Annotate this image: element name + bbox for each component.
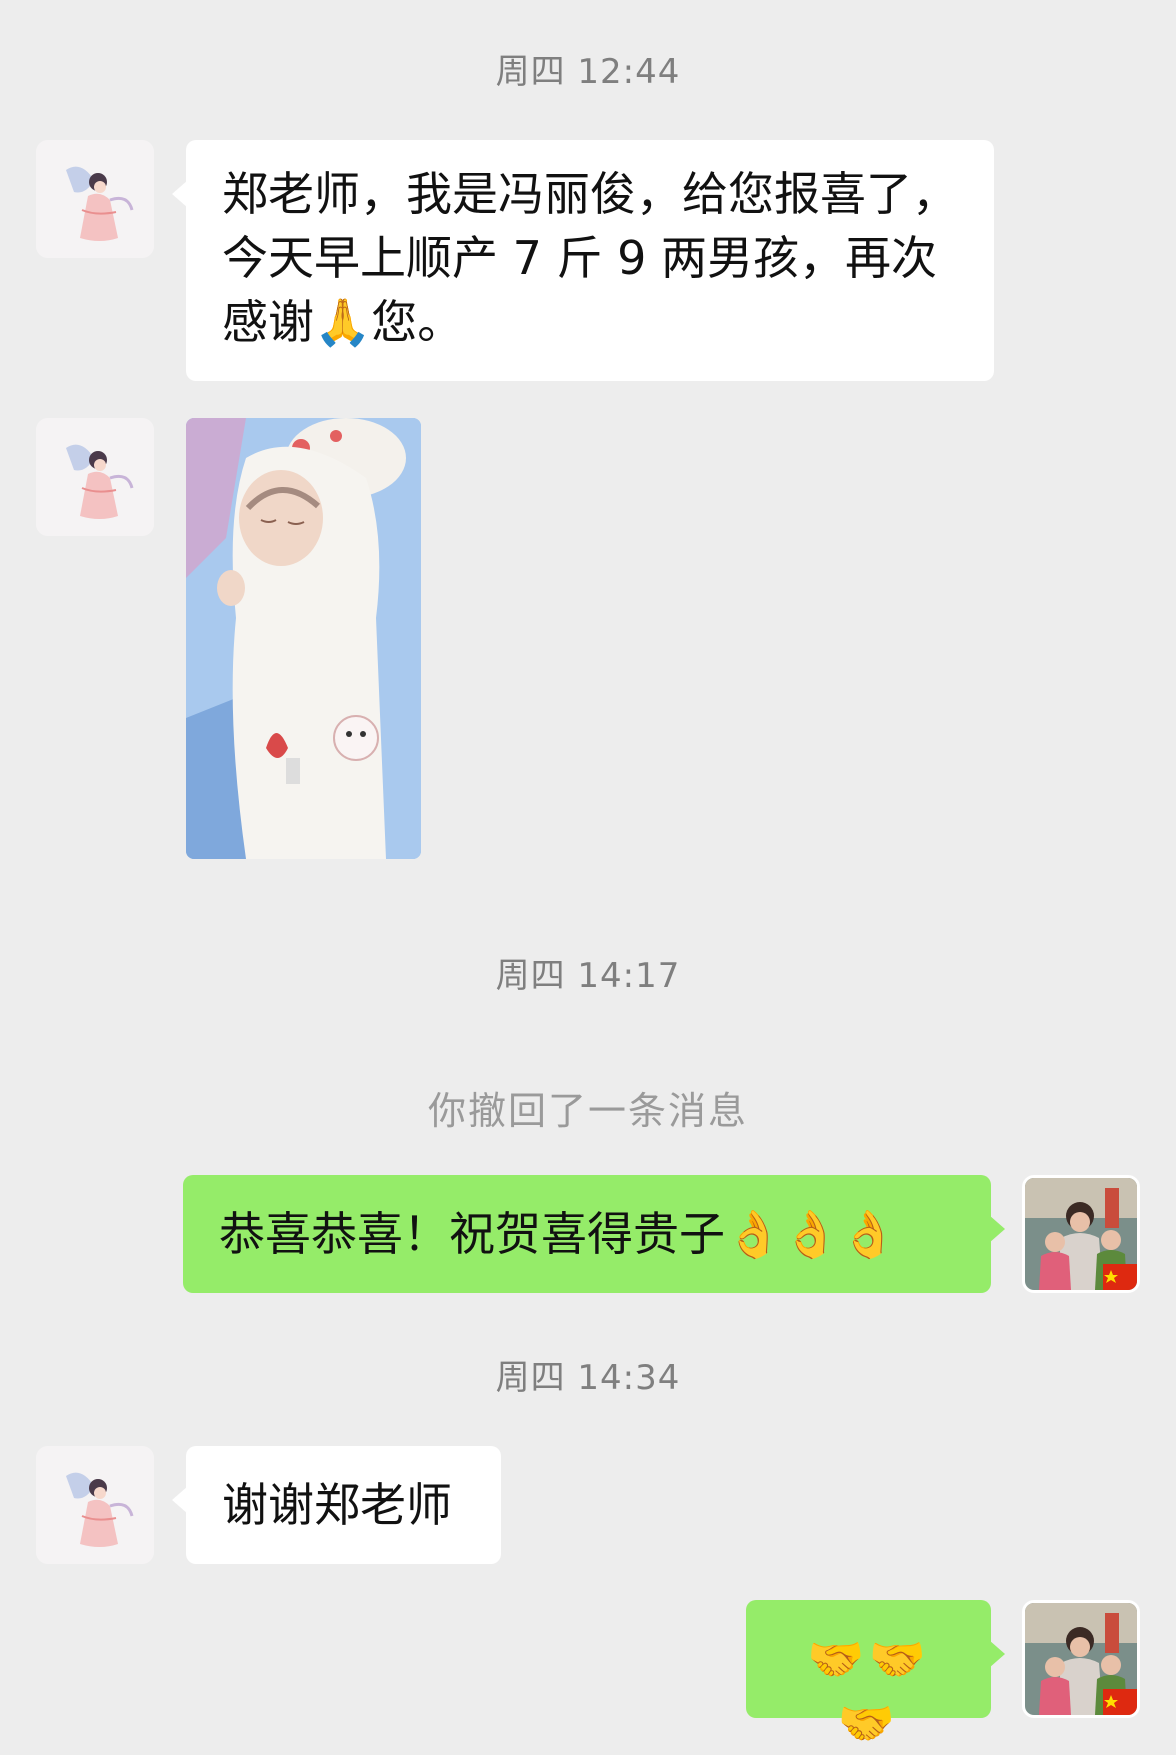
- timestamp: 周四 14:34: [495, 1358, 681, 1398]
- message-emoji: 🤝🤝🤝: [807, 1632, 930, 1750]
- message-line: 今天早上顺产 7 斤 9 两男孩，再次: [222, 231, 938, 285]
- avatar-self[interactable]: [1022, 1175, 1140, 1293]
- message-text: 恭喜恭喜！祝贺喜得贵子👌👌👌: [219, 1207, 897, 1261]
- message-line: 郑老师，我是冯丽俊，给您报喜了，: [222, 167, 958, 221]
- message-line: 感谢🙏您。: [222, 295, 464, 349]
- newborn-baby-photo-icon: [186, 418, 421, 859]
- fairy-avatar-icon: [36, 140, 154, 258]
- family-photo-avatar-icon: [1025, 1603, 1137, 1715]
- message-bubble-outgoing[interactable]: 🤝🤝🤝: [746, 1600, 1005, 1750]
- message-image-newborn[interactable]: [186, 418, 421, 859]
- family-photo-avatar-icon: [1025, 1178, 1137, 1290]
- system-message-recalled: 你撤回了一条消息: [427, 1089, 748, 1133]
- avatar-contact[interactable]: [36, 418, 154, 536]
- timestamp: 周四 12:44: [495, 52, 681, 92]
- message-bubble-incoming[interactable]: 郑老师，我是冯丽俊，给您报喜了， 今天早上顺产 7 斤 9 两男孩，再次 感谢🙏…: [172, 140, 994, 381]
- message-bubble-outgoing[interactable]: 恭喜恭喜！祝贺喜得贵子👌👌👌: [183, 1175, 1005, 1293]
- timestamp: 周四 14:17: [495, 956, 681, 996]
- fairy-avatar-icon: [36, 418, 154, 536]
- fairy-avatar-icon: [36, 1446, 154, 1564]
- avatar-self[interactable]: [1022, 1600, 1140, 1718]
- message-bubble-incoming[interactable]: 谢谢郑老师: [172, 1446, 501, 1564]
- avatar-contact[interactable]: [36, 1446, 154, 1564]
- message-text: 谢谢郑老师: [222, 1478, 452, 1532]
- avatar-contact[interactable]: [36, 140, 154, 258]
